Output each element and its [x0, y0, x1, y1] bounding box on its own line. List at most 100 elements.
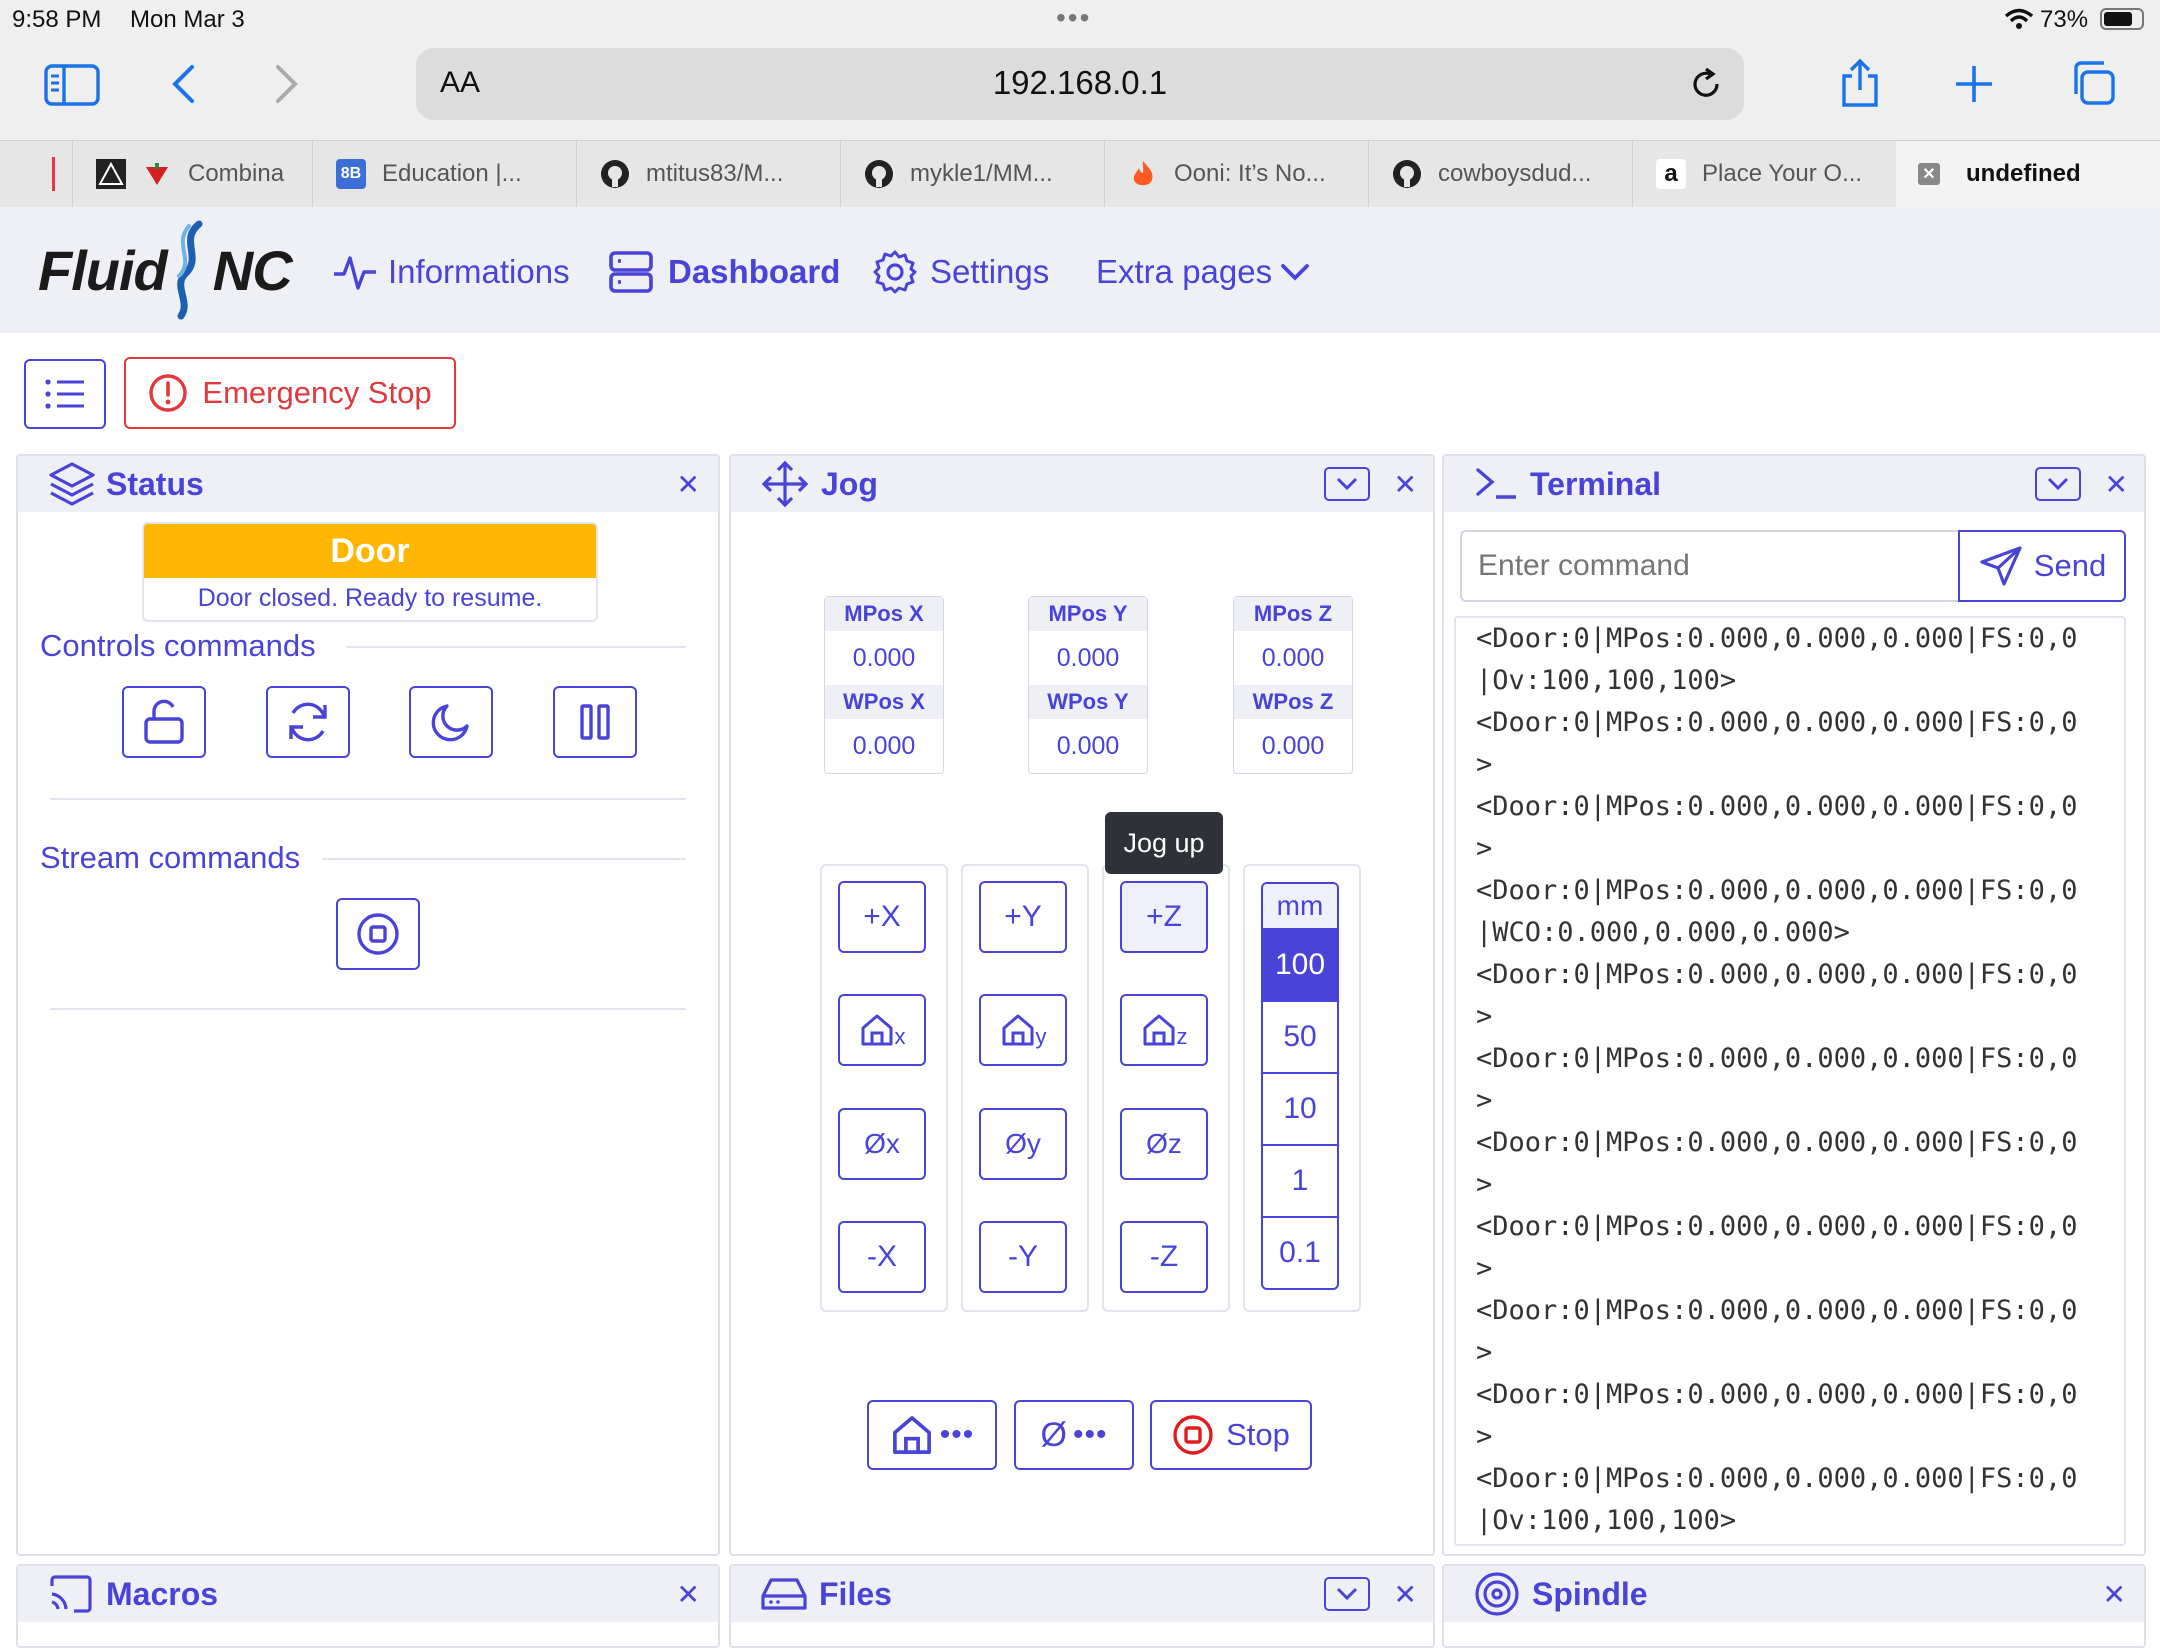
axis-subscript: z — [1176, 1024, 1188, 1049]
terminal-line: > — [1476, 1337, 1493, 1368]
jog-plus-y-button[interactable]: +Y — [979, 881, 1067, 953]
zero-all-button[interactable]: Ø ••• — [1014, 1400, 1134, 1470]
jog-minus-z-button[interactable]: -Z — [1120, 1221, 1208, 1293]
stop-stream-button[interactable] — [336, 898, 420, 970]
terminal-panel-header: Terminal ✕ — [1444, 456, 2144, 512]
github-icon — [865, 160, 893, 188]
files-panel-header: Files ✕ — [731, 1566, 1433, 1622]
step-option-10[interactable]: 10 — [1263, 1074, 1337, 1146]
tab-mykle1[interactable]: mykle1/MM... — [840, 141, 1105, 207]
zero-z-button[interactable]: Øz — [1120, 1108, 1208, 1180]
logo-wave-icon — [176, 220, 203, 320]
home-z-button[interactable]: z — [1120, 994, 1208, 1066]
url-bar[interactable]: AA 192.168.0.1 — [416, 48, 1744, 120]
cast-icon — [50, 1575, 92, 1613]
terminal-line: <Door:0|MPos:0.000,0.000,0.000|FS:0,0 — [1476, 1043, 2078, 1074]
home-icon — [1143, 1014, 1174, 1046]
tabs-overview-icon[interactable] — [2068, 60, 2116, 106]
position-z: MPos Z 0.000 WPos Z 0.000 — [1233, 596, 1353, 774]
sleep-button[interactable] — [409, 686, 493, 758]
tab-amazon[interactable]: a Place Your O... — [1632, 141, 1897, 207]
zero-x-button[interactable]: Øx — [838, 1108, 926, 1180]
jog-minus-y-button[interactable]: -Y — [979, 1221, 1067, 1293]
step-option-100[interactable]: 100 — [1263, 930, 1337, 1002]
unlock-button[interactable] — [122, 686, 206, 758]
github-icon — [601, 160, 629, 188]
wpos-label: WPos X — [825, 685, 943, 719]
home-icon — [1002, 1014, 1033, 1046]
emergency-stop-button[interactable]: Emergency Stop — [124, 357, 456, 429]
home-all-button[interactable]: ••• — [867, 1400, 997, 1470]
back-arrow-icon[interactable] — [170, 64, 196, 104]
jog-plus-z-button[interactable]: +Z — [1120, 881, 1208, 953]
terminal-line: |WCO:0.000,0.000,0.000> — [1476, 917, 1850, 948]
close-icon[interactable]: ✕ — [677, 1578, 700, 1611]
step-option-0-1[interactable]: 0.1 — [1263, 1218, 1337, 1288]
jog-minus-x-button[interactable]: -X — [838, 1221, 926, 1293]
mpos-value: 0.000 — [1056, 643, 1120, 672]
collapse-toggle[interactable] — [1323, 467, 1370, 501]
close-tab-icon[interactable]: ✕ — [1918, 163, 1940, 185]
gear-icon — [873, 250, 917, 294]
terminal-line: <Door:0|MPos:0.000,0.000,0.000|FS:0,0 — [1476, 1127, 2078, 1158]
nav-settings[interactable]: Settings — [872, 247, 1049, 297]
url-text[interactable]: 192.168.0.1 — [416, 64, 1744, 102]
close-icon[interactable]: ✕ — [1394, 468, 1417, 501]
logo-text-left: Fluid — [38, 238, 168, 302]
move-arrows-icon — [761, 460, 809, 508]
jog-plus-x-button[interactable]: +X — [838, 881, 926, 953]
jog-stop-button[interactable]: Stop — [1150, 1400, 1312, 1470]
close-icon[interactable]: ✕ — [2105, 468, 2128, 501]
tab-cowboysdud[interactable]: cowboysdud... — [1368, 141, 1633, 207]
collapse-toggle[interactable] — [2034, 467, 2081, 501]
state-badge: Door — [144, 524, 596, 578]
status-panel-header: Status ✕ — [18, 456, 718, 512]
home-x-button[interactable]: x — [838, 994, 926, 1066]
close-icon[interactable]: ✕ — [1394, 1578, 1417, 1611]
server-icon — [609, 251, 653, 293]
forward-arrow-icon[interactable] — [274, 64, 300, 104]
tab-pinned[interactable] — [0, 141, 73, 207]
nav-extra-pages[interactable]: Extra pages — [1096, 247, 1310, 297]
layers-icon — [49, 462, 95, 506]
terminal-line: > — [1476, 749, 1493, 780]
tab-active-undefined[interactable]: ✕ undefined — [1896, 141, 2160, 207]
mpos-label: MPos X — [825, 597, 943, 631]
multitasking-dots-icon[interactable]: ••• — [1056, 2, 1091, 34]
tab-ooni[interactable]: Ooni: It’s No... — [1104, 141, 1369, 207]
tab-label: Place Your O... — [1702, 160, 1863, 187]
collapse-toggle[interactable] — [1323, 1577, 1370, 1611]
new-tab-icon[interactable] — [1954, 64, 1994, 104]
fluidnc-logo[interactable]: Fluid NC — [38, 220, 293, 320]
home-y-button[interactable]: y — [979, 994, 1067, 1066]
close-icon[interactable]: ✕ — [2103, 1578, 2126, 1611]
reset-button[interactable] — [266, 686, 350, 758]
step-option-50[interactable]: 50 — [1263, 1002, 1337, 1074]
nav-dashboard[interactable]: Dashboard — [608, 247, 840, 297]
tab-mtitus83[interactable]: mtitus83/M... — [576, 141, 841, 207]
zero-y-button[interactable]: Øy — [979, 1108, 1067, 1180]
stream-commands-title: Stream commands — [40, 840, 301, 875]
menu-list-button[interactable] — [24, 359, 106, 429]
battery-percent: 73% — [2040, 6, 2089, 33]
terminal-output[interactable]: <Door:0|MPos:0.000,0.000,0.000|FS:0,0 |O… — [1454, 616, 2126, 1546]
close-icon[interactable]: ✕ — [677, 468, 700, 501]
step-option-1[interactable]: 1 — [1263, 1146, 1337, 1218]
send-button[interactable]: Send — [1958, 530, 2126, 602]
share-icon[interactable] — [1838, 58, 1882, 108]
sidebar-toggle-icon[interactable] — [44, 64, 100, 106]
chevron-down-icon — [1336, 1587, 1357, 1601]
reload-icon[interactable] — [1688, 66, 1724, 102]
target-icon — [1475, 1572, 1519, 1616]
tab-combina[interactable]: Combina — [72, 141, 313, 207]
panel-title: Files — [819, 1575, 892, 1612]
pause-button[interactable] — [553, 686, 637, 758]
tab-education[interactable]: 8B Education |... — [312, 141, 577, 207]
tab-label: mykle1/MM... — [910, 160, 1053, 187]
mpos-label: MPos Y — [1029, 597, 1147, 631]
nav-label: Settings — [930, 253, 1050, 290]
command-input[interactable] — [1460, 530, 1958, 602]
terminal-line: <Door:0|MPos:0.000,0.000,0.000|FS:0,0 — [1476, 707, 2078, 738]
pause-icon — [580, 704, 610, 740]
nav-informations[interactable]: Informations — [332, 247, 570, 297]
